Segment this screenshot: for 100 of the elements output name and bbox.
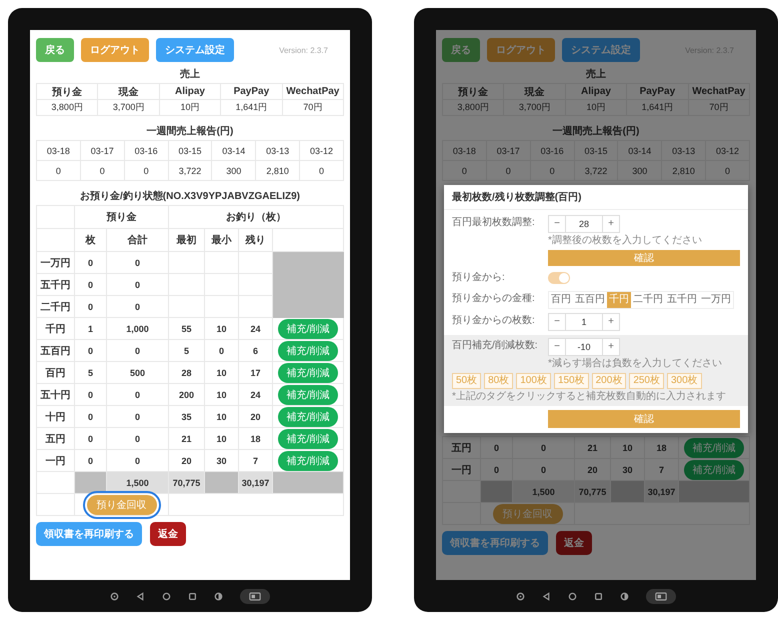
quantity-tag[interactable]: 150枚 bbox=[554, 373, 589, 389]
increment-button[interactable]: + bbox=[603, 314, 619, 330]
hint-text: *減らす場合は負数を入力してください bbox=[548, 358, 723, 370]
refill-button[interactable]: 補充/削減 bbox=[278, 318, 338, 338]
table-cell: 70円 bbox=[282, 100, 344, 116]
denomination-option[interactable]: 一万円 bbox=[699, 292, 733, 308]
quantity-tag[interactable]: 80枚 bbox=[484, 373, 514, 389]
quantity-tag[interactable]: 200枚 bbox=[592, 373, 626, 389]
screen-toggle-button[interactable] bbox=[240, 588, 270, 604]
column-header: 03-15 bbox=[168, 140, 212, 160]
decrement-button[interactable]: − bbox=[549, 339, 565, 355]
denomination-option[interactable]: 百円 bbox=[549, 292, 573, 308]
increment-button[interactable]: + bbox=[603, 216, 619, 232]
denomination-option[interactable]: 千円 bbox=[607, 292, 631, 308]
collect-deposit-button[interactable]: 預り金回収 bbox=[492, 504, 562, 524]
toggle-switch[interactable] bbox=[548, 272, 570, 284]
back-icon[interactable] bbox=[136, 592, 145, 600]
section-title: 一週間売上報告(円) bbox=[552, 124, 640, 138]
refill-button[interactable]: 補充/削減 bbox=[278, 406, 338, 426]
section-title: 売上 bbox=[179, 68, 201, 81]
settings-button[interactable]: システム設定 bbox=[156, 38, 234, 62]
settings-button[interactable]: システム設定 bbox=[562, 38, 640, 62]
table-cell: 10 bbox=[204, 362, 238, 384]
column-header: 03-16 bbox=[530, 140, 574, 160]
column-header: 合計 bbox=[106, 228, 168, 252]
quantity-tag[interactable]: 300枚 bbox=[667, 373, 702, 389]
refill-button[interactable]: 補充/削減 bbox=[278, 362, 338, 382]
column-header: 03-15 bbox=[574, 140, 618, 160]
column-header: 枚 bbox=[74, 228, 106, 252]
refill-button[interactable]: 補充/削減 bbox=[684, 438, 744, 458]
recents-icon[interactable] bbox=[188, 592, 197, 600]
table-cell: 0 bbox=[300, 160, 344, 180]
refill-button[interactable]: 補充/削減 bbox=[278, 340, 338, 360]
denomination-option[interactable]: 二千円 bbox=[631, 292, 665, 308]
section-title: 売上 bbox=[585, 68, 607, 81]
refill-button[interactable]: 補充/削減 bbox=[684, 460, 744, 480]
table-cell: 0 bbox=[106, 252, 168, 274]
back-button[interactable]: 戻る bbox=[36, 38, 74, 62]
column-header: 最小 bbox=[204, 228, 238, 252]
table-cell: 2,810 bbox=[256, 160, 300, 180]
home-icon[interactable] bbox=[568, 592, 577, 600]
number-field[interactable]: -10 bbox=[565, 339, 603, 355]
quantity-tag[interactable]: 250枚 bbox=[629, 373, 664, 389]
column-header: Alipay bbox=[159, 84, 221, 100]
back-button[interactable]: 戻る bbox=[442, 38, 480, 62]
denomination-option[interactable]: 五百円 bbox=[573, 292, 607, 308]
version-label: Version: 2.3.7 bbox=[279, 46, 328, 54]
logout-button[interactable]: ログアウト bbox=[81, 38, 149, 62]
refund-button[interactable]: 返金 bbox=[150, 522, 186, 546]
table-cell: 35 bbox=[168, 406, 204, 428]
quantity-tag[interactable]: 50枚 bbox=[452, 373, 482, 389]
table-cell: 10 bbox=[204, 318, 238, 340]
recents-icon[interactable] bbox=[594, 592, 603, 600]
table-cell: 0 bbox=[36, 160, 80, 180]
table-cell: 3,800円 bbox=[36, 100, 98, 116]
table-cell: 0 bbox=[106, 340, 168, 362]
increment-button[interactable]: + bbox=[603, 339, 619, 355]
denomination-label: 五百円 bbox=[36, 340, 74, 362]
table-cell: 0 bbox=[480, 436, 512, 458]
refill-button[interactable]: 補充/削減 bbox=[278, 428, 338, 448]
column-header: 03-14 bbox=[618, 140, 662, 160]
home-icon[interactable] bbox=[162, 592, 171, 600]
note-text: *上記のタグをクリックすると補充枚数自動的に入力されます bbox=[452, 391, 727, 403]
shaded-cell bbox=[610, 480, 644, 502]
denomination-label: 百円 bbox=[36, 362, 74, 384]
number-field[interactable]: 1 bbox=[565, 314, 603, 330]
column-header: 03-17 bbox=[486, 140, 530, 160]
table-cell: 0 bbox=[74, 406, 106, 428]
table-cell: 10 bbox=[204, 406, 238, 428]
decrement-button[interactable]: − bbox=[549, 314, 565, 330]
denomination-option[interactable]: 五千円 bbox=[665, 292, 699, 308]
confirm-button[interactable]: 確認 bbox=[548, 250, 740, 266]
reprint-receipt-button[interactable]: 領収書を再印刷する bbox=[36, 522, 142, 546]
reprint-receipt-button[interactable]: 領収書を再印刷する bbox=[442, 531, 548, 555]
table-cell: 0 bbox=[74, 384, 106, 406]
total-cell: 1,500 bbox=[512, 480, 574, 502]
quantity-tag[interactable]: 100枚 bbox=[516, 373, 551, 389]
number-field[interactable]: 28 bbox=[565, 216, 603, 232]
table-cell: 3,800円 bbox=[442, 100, 504, 116]
refund-button[interactable]: 返金 bbox=[556, 531, 592, 555]
column-header: 03-18 bbox=[442, 140, 486, 160]
refill-button[interactable]: 補充/削減 bbox=[278, 450, 338, 470]
table-cell: 17 bbox=[238, 362, 272, 384]
column-header: PayPay bbox=[626, 84, 688, 100]
table-cell: 3,722 bbox=[168, 160, 212, 180]
confirm-button[interactable]: 確認 bbox=[548, 410, 740, 428]
section-title: お預り金/釣り状態(NO.X3V9YPJABVZGAELIZ9) bbox=[78, 190, 302, 203]
table-cell: 18 bbox=[644, 436, 678, 458]
screen-toggle-button[interactable] bbox=[646, 588, 676, 604]
table-cell: 0 bbox=[442, 160, 486, 180]
table-cell: 2,810 bbox=[662, 160, 706, 180]
back-icon[interactable] bbox=[542, 592, 551, 600]
refill-button[interactable]: 補充/削減 bbox=[278, 384, 338, 404]
column-header: 最初 bbox=[168, 228, 204, 252]
table-cell: 3,700円 bbox=[504, 100, 566, 116]
logout-button[interactable]: ログアウト bbox=[487, 38, 555, 62]
table-cell: 18 bbox=[238, 428, 272, 450]
table-cell: 70円 bbox=[688, 100, 750, 116]
decrement-button[interactable]: − bbox=[549, 216, 565, 232]
collect-deposit-button[interactable]: 預り金回収 bbox=[86, 494, 156, 514]
